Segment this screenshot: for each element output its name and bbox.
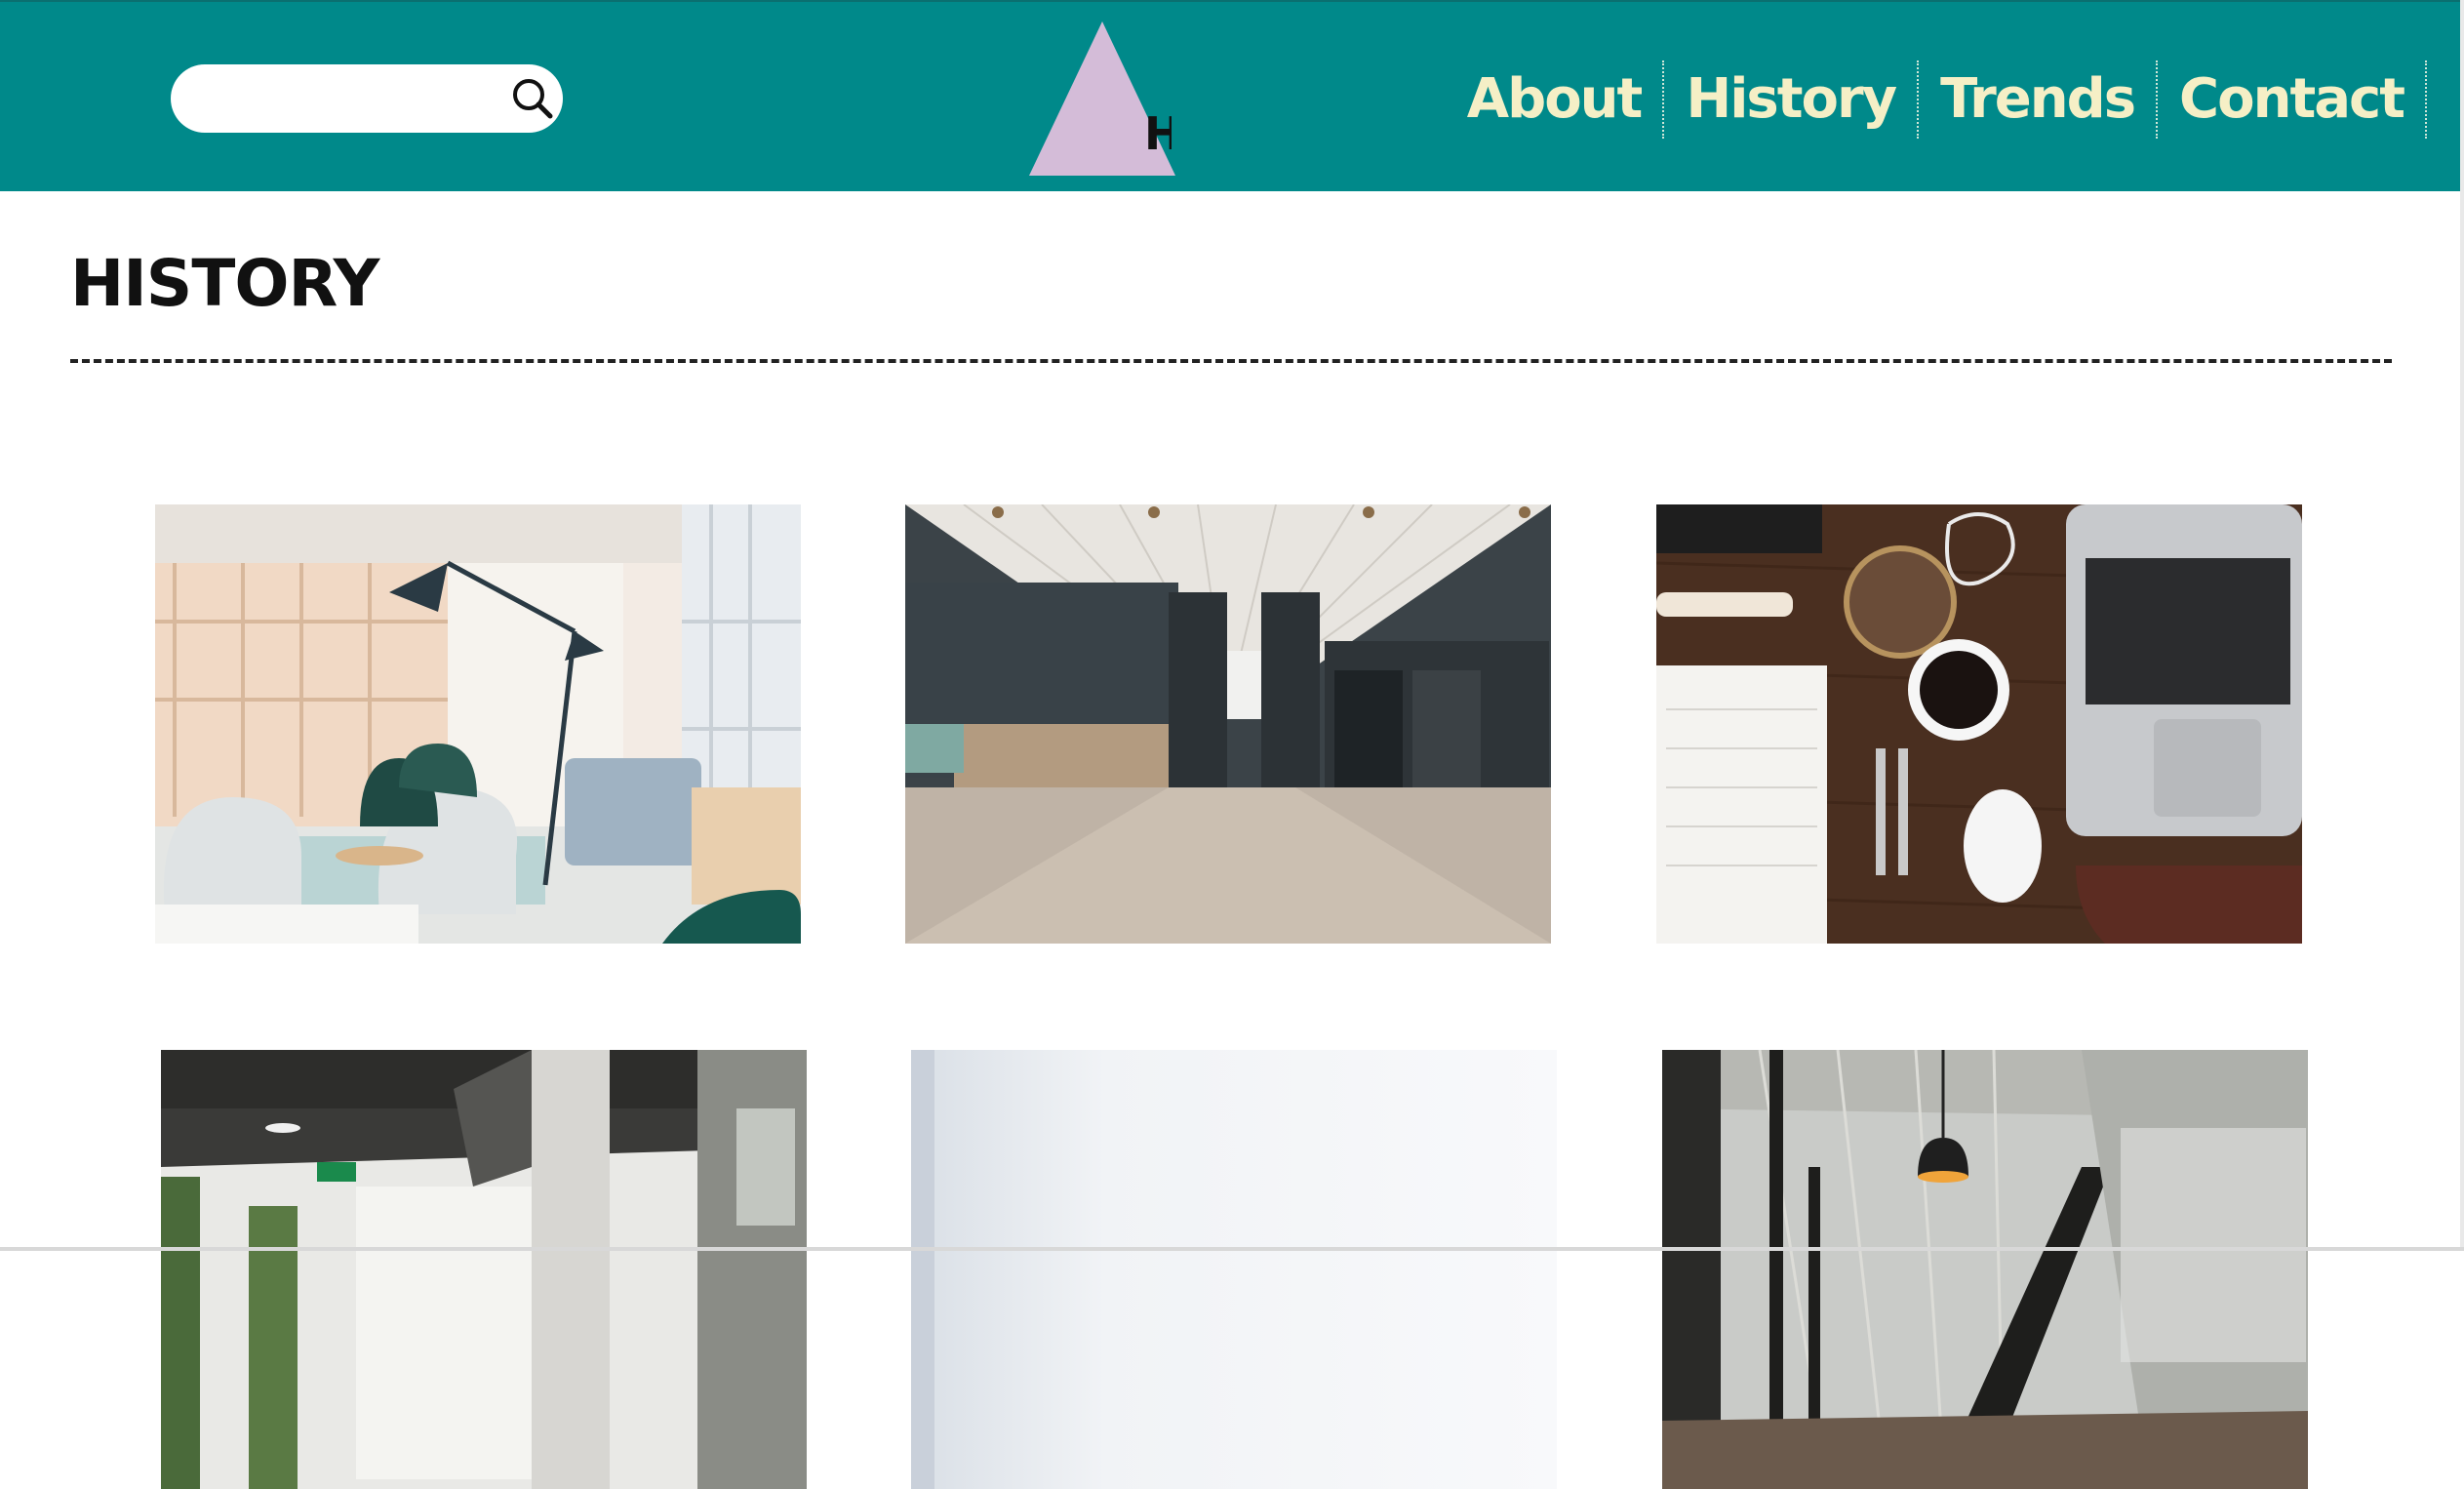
logo-letter: H xyxy=(1144,111,1172,156)
nav-link-history[interactable]: History xyxy=(1664,60,1920,139)
lounge-image xyxy=(155,504,801,944)
search-icon[interactable] xyxy=(510,76,555,121)
white-room-image xyxy=(911,1050,1557,1489)
nav-link-about[interactable]: About xyxy=(1446,60,1665,139)
gallery-photo-open-office[interactable] xyxy=(161,1050,807,1489)
gallery-photo-lounge[interactable] xyxy=(155,504,801,944)
page-title: HISTORY xyxy=(70,246,379,321)
glass-office-image xyxy=(1662,1050,2308,1489)
corridor-image xyxy=(905,504,1551,944)
open-office-image xyxy=(161,1050,807,1489)
page-bottom-edge xyxy=(0,1247,2464,1251)
gallery-photo-glass-office[interactable] xyxy=(1662,1050,2308,1489)
main-nav: About History Trends Contact xyxy=(1446,60,2427,139)
nav-link-contact[interactable]: Contact xyxy=(2158,60,2427,139)
gallery-photo-desk[interactable] xyxy=(1656,504,2302,944)
gallery-photo-white-room[interactable] xyxy=(911,1050,1557,1489)
nav-link-trends[interactable]: Trends xyxy=(1919,60,2159,139)
desk-image xyxy=(1656,504,2302,944)
gallery-photo-corridor[interactable] xyxy=(905,504,1551,944)
page-right-edge xyxy=(2460,0,2464,1251)
search-input[interactable] xyxy=(200,76,493,121)
site-header: H About History Trends Contact xyxy=(0,0,2460,191)
title-divider xyxy=(70,359,2392,363)
search-box[interactable] xyxy=(171,64,563,133)
